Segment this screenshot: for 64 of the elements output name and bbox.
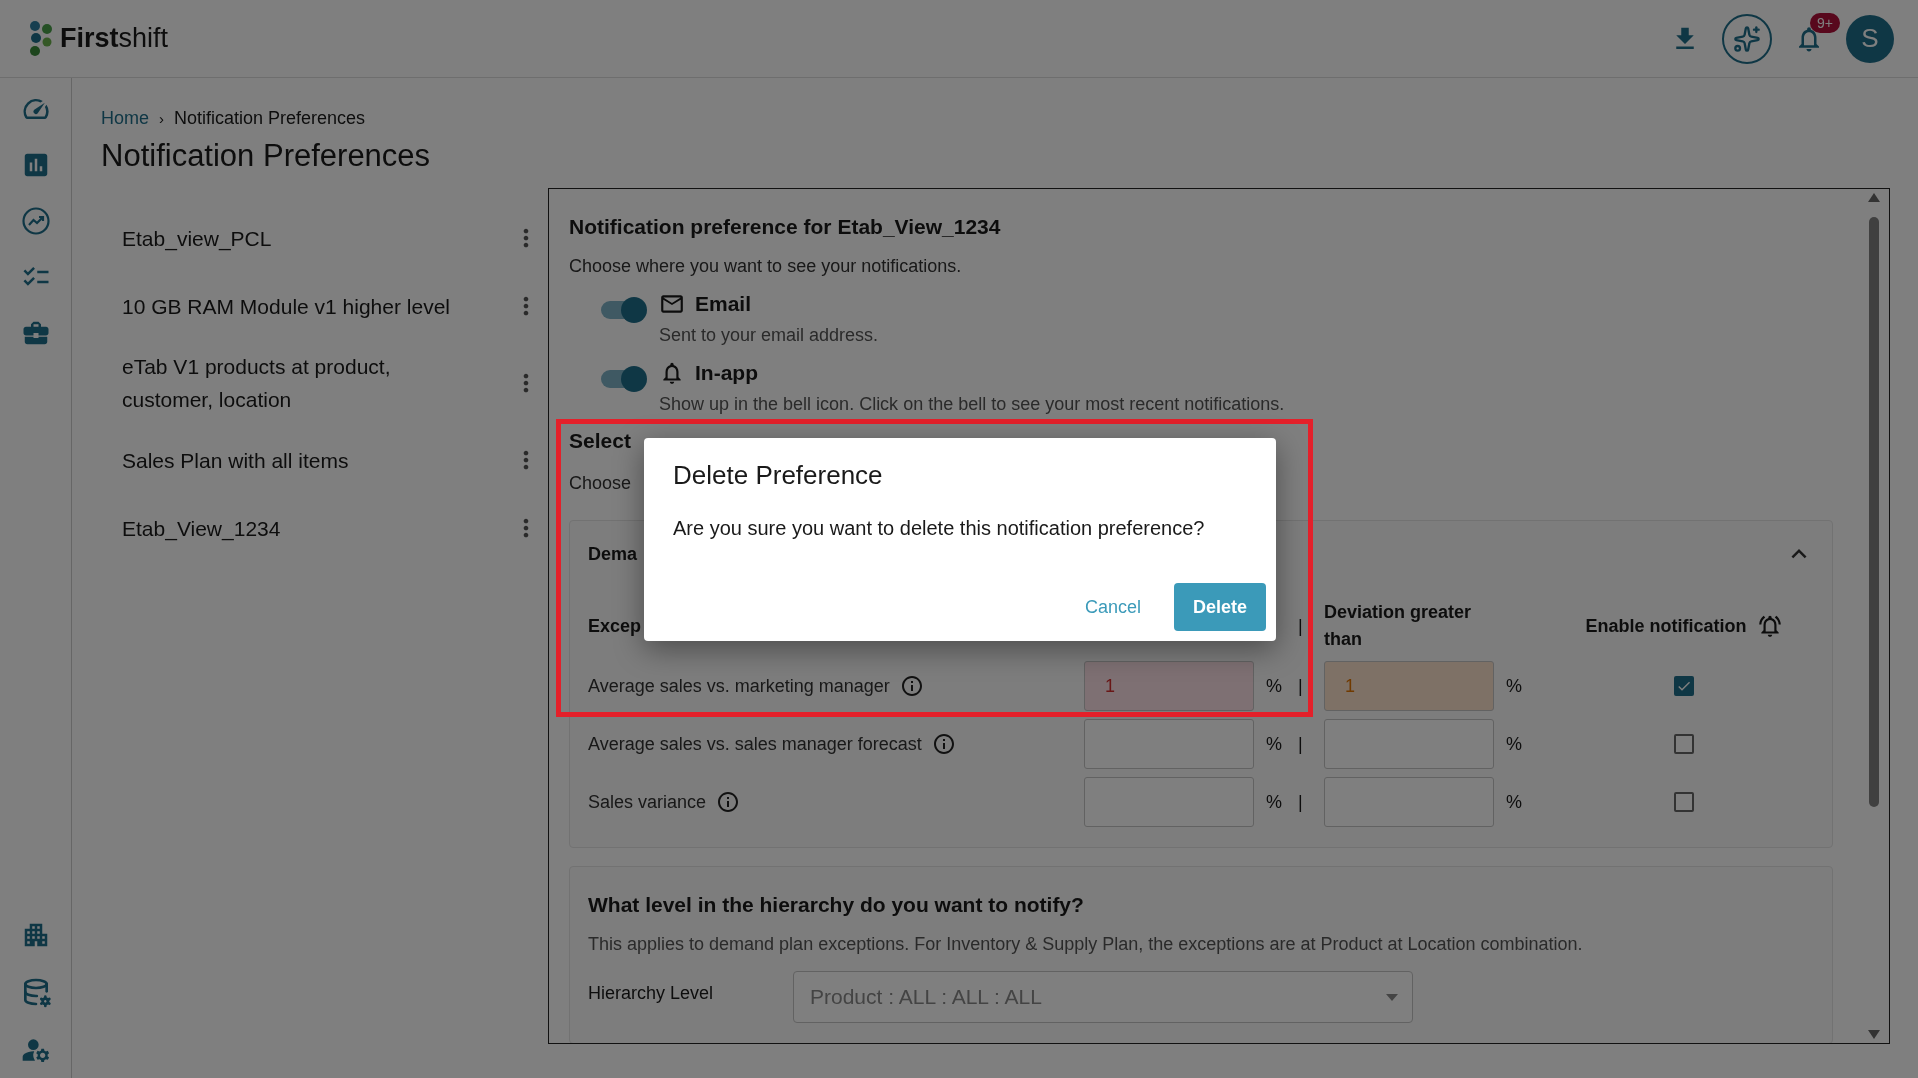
column-divider: | [1298,615,1304,637]
threshold-field[interactable] [1324,719,1494,769]
preference-item[interactable]: Sales Plan with all items [122,443,452,477]
info-icon[interactable] [899,674,924,698]
user-avatar[interactable]: S [1846,14,1894,63]
unit-label: % [1505,675,1523,697]
info-icon[interactable] [716,790,741,814]
checkbox[interactable] [1674,734,1694,754]
page-title: Notification Preferences [101,138,432,174]
breadcrumb-separator: › [159,110,164,127]
field-label: Hierarchy Level [588,983,715,1004]
sparkle-button[interactable] [1722,13,1772,64]
trend-chart-icon[interactable] [20,206,51,236]
exception-name: Average sales vs. sales manager forecast [588,733,922,755]
cancel-button[interactable]: Cancel [1065,583,1160,631]
unit-label: % [1265,733,1283,755]
hierarchy-select[interactable]: Product : ALL : ALL : ALL [793,971,1413,1023]
preference-item[interactable]: 10 GB RAM Module v1 higher level [122,289,452,323]
unit-label: % [1505,733,1523,755]
threshold-field[interactable]: 1 [1084,661,1254,711]
dropdown-arrow-icon [1386,993,1398,1001]
column-divider: | [1298,791,1304,813]
column-header: Enable notification [1585,614,1747,638]
section-hint: Choose [569,473,632,494]
channel-description: Show up in the bell icon. Click on the bell to see your most recent notifications. [659,394,1285,415]
threshold-field[interactable]: 1 [1324,661,1494,711]
threshold-field[interactable] [1084,719,1254,769]
notification-badge: 9+ [1810,12,1840,33]
channel-name: Email [695,292,752,316]
panel-subtitle: Choose where you want to see your notifications. [569,256,962,277]
brand-name: Firstshift [60,23,169,54]
checkbox[interactable] [1674,676,1694,696]
preference-item[interactable]: Etab_View_1234 [122,511,452,545]
channel-name: In-app [695,361,758,385]
card-title: Dema [588,543,638,565]
column-divider: | [1298,733,1304,755]
exception-name: Average sales vs. marketing manager [588,675,890,697]
column-header: Excep [588,614,643,638]
threshold-field[interactable] [1324,777,1494,827]
logo-icon [28,19,54,58]
scrollbar[interactable] [1867,193,1881,1039]
bell-icon [1756,613,1783,639]
unit-label: % [1265,791,1283,813]
unit-label: % [1265,675,1283,697]
section-heading: Select [569,429,632,453]
card-title: What level in the hierarchy do you want to notify? [588,893,1085,917]
dialog-title: Delete Preference [673,460,884,491]
exception-name: Sales variance [588,791,707,813]
preference-item[interactable]: Etab_view_PCL [122,221,452,255]
column-header: Deviation greater than [1324,601,1473,651]
card-note: This applies to demand plan exceptions. For Inventory & Supply Plan, the exceptions are at Product at Location combination. [588,934,1583,955]
channel-description: Sent to your email address. [659,325,879,346]
checkbox[interactable] [1674,792,1694,812]
panel-title: Notification preference for Etab_View_1234 [569,215,1002,239]
unit-label: % [1505,791,1523,813]
column-divider: | [1298,675,1304,697]
threshold-field[interactable] [1084,777,1254,827]
preference-item[interactable]: eTab V1 products at product, customer, location [122,350,452,416]
dialog-message: Are you sure you want to delete this notification preference? [673,517,1206,540]
info-icon[interactable] [931,732,956,756]
delete-button[interactable]: Delete [1173,583,1266,631]
breadcrumb-link[interactable]: Home [101,108,149,129]
sparkle-icon [1733,24,1761,53]
breadcrumb-current: Notification Preferences [174,108,366,129]
